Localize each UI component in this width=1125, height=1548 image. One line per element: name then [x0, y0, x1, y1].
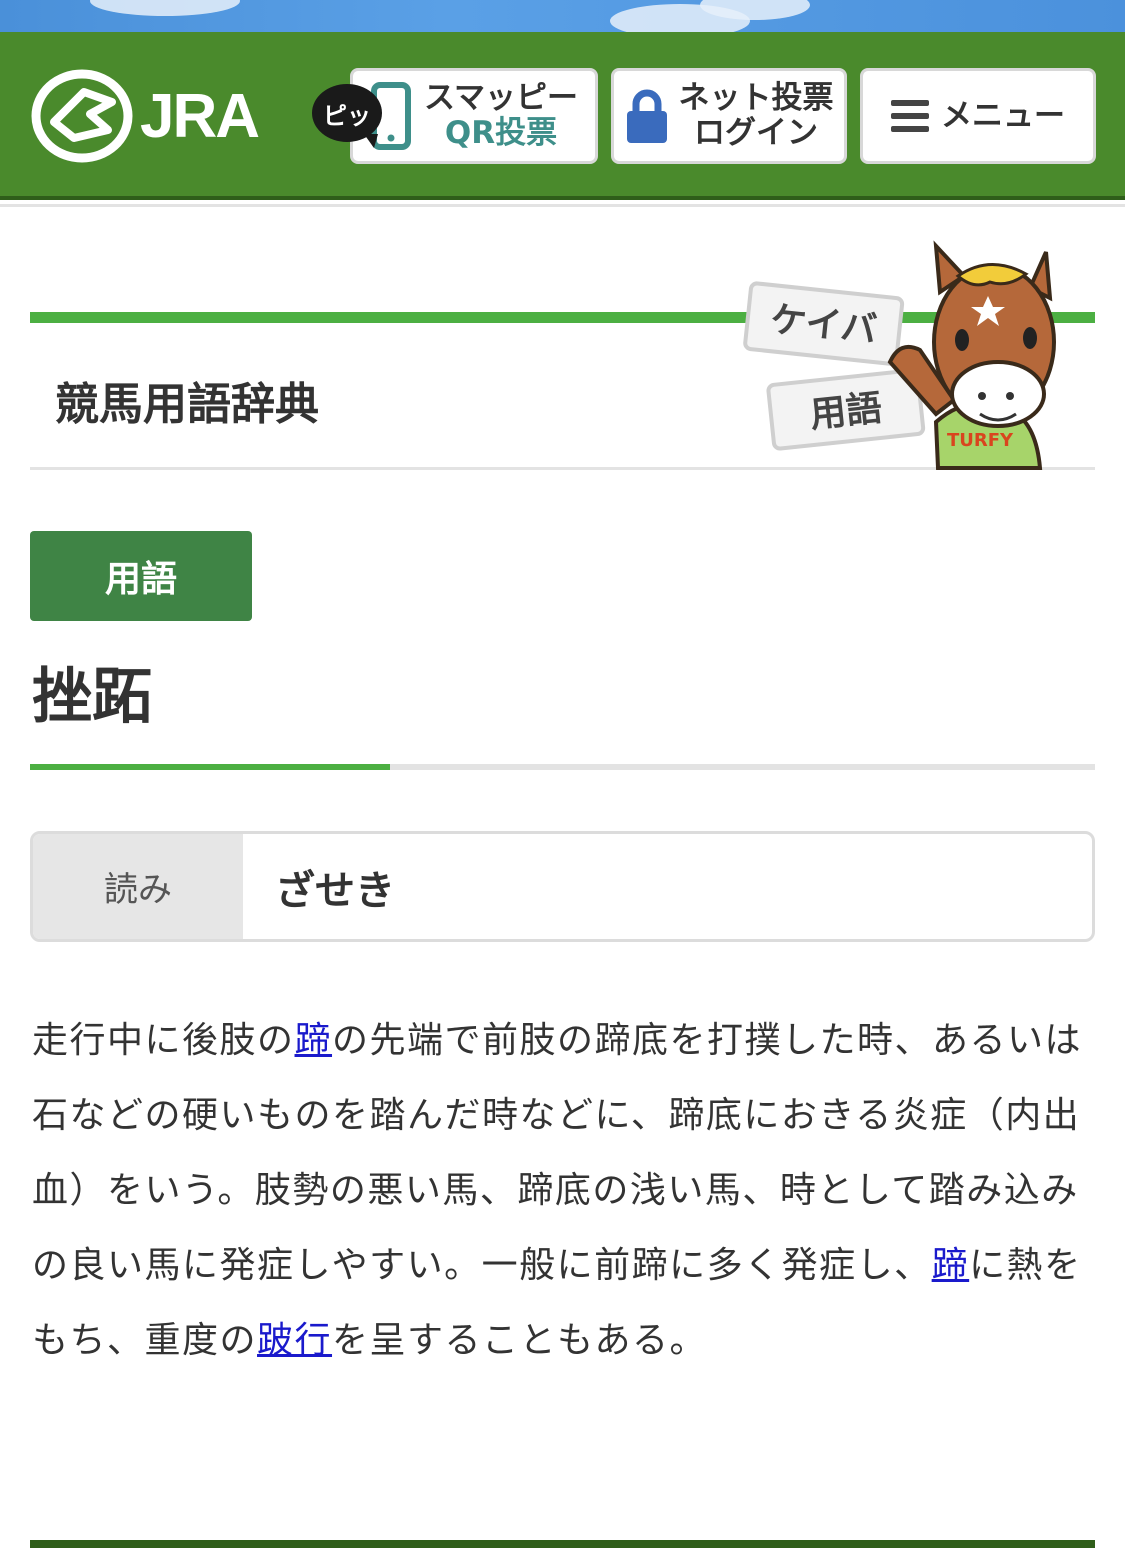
net-vote-label: ネット投票: [678, 80, 834, 116]
link-lameness[interactable]: 跛行: [257, 1320, 332, 1361]
reading-value: ざせき: [275, 867, 395, 914]
logo-text: JRA: [140, 81, 260, 151]
jra-emblem-icon: [31, 69, 133, 163]
mascot-sign-yougo: 用語: [808, 388, 884, 436]
menu-label: メニュー: [941, 97, 1065, 134]
description-text: を呈することもある。: [332, 1320, 708, 1361]
site-header: JRA ピッ スマッピー QR投票 ネット投票 ログイン メニュー: [0, 32, 1125, 200]
net-vote-login-button[interactable]: ネット投票 ログイン: [611, 68, 847, 164]
menu-button[interactable]: メニュー: [860, 68, 1096, 164]
term-heading: 挫跖: [32, 662, 152, 732]
term-description: 走行中に後肢の蹄の先端で前肢の蹄底を打撲した時、あるいは石などの硬いものを踏んだ…: [32, 1003, 1094, 1378]
link-hoof[interactable]: 蹄: [295, 1020, 333, 1061]
sky-banner: [0, 0, 1125, 32]
pip-bubble: ピッ: [312, 84, 382, 148]
hamburger-icon: [891, 100, 929, 132]
dictionary-title: 競馬用語辞典: [55, 379, 319, 430]
reading-label: 読み: [33, 834, 243, 939]
reading-row: 読み ざせき: [30, 831, 1095, 942]
qr-vote-label: QR投票: [444, 115, 558, 151]
lock-icon: [626, 89, 667, 143]
footer-rule: [30, 1540, 1095, 1548]
term-underline-accent: [30, 764, 390, 770]
smappy-qr-button[interactable]: スマッピー QR投票: [350, 68, 598, 164]
header-divider: [0, 204, 1125, 207]
turfy-mascot-illustration: ケイバ 用語 TURFY: [743, 240, 1056, 470]
mascot-shirt-text: TURFY: [947, 430, 1014, 451]
cloud: [90, 0, 240, 16]
smappy-label: スマッピー: [423, 80, 579, 116]
login-label: ログイン: [694, 115, 818, 151]
description-text: 走行中に後肢の: [32, 1020, 295, 1061]
jra-logo[interactable]: JRA: [30, 68, 280, 164]
link-hoof[interactable]: 蹄: [932, 1245, 970, 1286]
term-category-badge: 用語: [30, 531, 252, 621]
